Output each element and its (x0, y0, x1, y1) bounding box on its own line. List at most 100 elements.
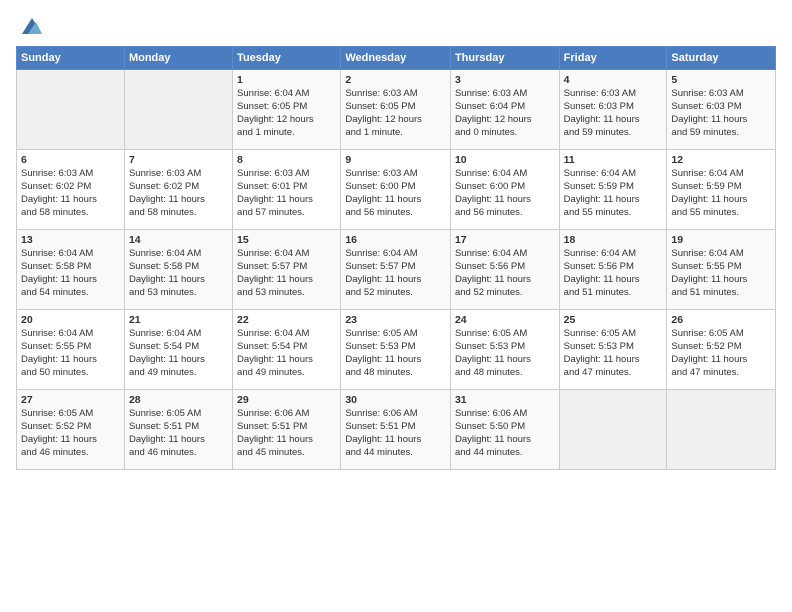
day-of-week-header: Wednesday (341, 47, 451, 70)
day-info-line: Daylight: 11 hours (129, 194, 228, 207)
calendar-day-cell (667, 390, 776, 470)
day-number: 25 (564, 313, 663, 327)
day-number: 8 (237, 153, 336, 167)
day-info-line: and 56 minutes. (455, 207, 555, 220)
day-info-line: Sunrise: 6:05 AM (671, 328, 771, 341)
day-info-line: Daylight: 11 hours (129, 274, 228, 287)
calendar-day-cell: 4Sunrise: 6:03 AMSunset: 6:03 PMDaylight… (559, 70, 667, 150)
calendar-day-cell: 22Sunrise: 6:04 AMSunset: 5:54 PMDayligh… (233, 310, 341, 390)
day-info-line: and 44 minutes. (455, 447, 555, 460)
day-info-line: Sunset: 5:57 PM (237, 261, 336, 274)
day-info-line: and 46 minutes. (129, 447, 228, 460)
day-info-line: Daylight: 11 hours (237, 434, 336, 447)
calendar-day-cell: 2Sunrise: 6:03 AMSunset: 6:05 PMDaylight… (341, 70, 451, 150)
calendar-day-cell: 9Sunrise: 6:03 AMSunset: 6:00 PMDaylight… (341, 150, 451, 230)
calendar-day-cell: 19Sunrise: 6:04 AMSunset: 5:55 PMDayligh… (667, 230, 776, 310)
day-info-line: Sunset: 5:55 PM (671, 261, 771, 274)
day-info-line: Sunrise: 6:04 AM (237, 248, 336, 261)
day-number: 20 (21, 313, 120, 327)
calendar-day-cell: 24Sunrise: 6:05 AMSunset: 5:53 PMDayligh… (450, 310, 559, 390)
day-info-line: Sunrise: 6:03 AM (237, 168, 336, 181)
day-info-line: Sunset: 5:54 PM (237, 341, 336, 354)
calendar-header-row: SundayMondayTuesdayWednesdayThursdayFrid… (17, 47, 776, 70)
day-info-line: Daylight: 11 hours (564, 354, 663, 367)
day-number: 28 (129, 393, 228, 407)
day-info-line: Daylight: 11 hours (671, 274, 771, 287)
day-info-line: Sunset: 5:51 PM (237, 421, 336, 434)
calendar-day-cell: 30Sunrise: 6:06 AMSunset: 5:51 PMDayligh… (341, 390, 451, 470)
day-info-line: and 54 minutes. (21, 287, 120, 300)
calendar-day-cell: 18Sunrise: 6:04 AMSunset: 5:56 PMDayligh… (559, 230, 667, 310)
day-number: 4 (564, 73, 663, 87)
calendar-day-cell: 27Sunrise: 6:05 AMSunset: 5:52 PMDayligh… (17, 390, 125, 470)
day-info-line: Daylight: 11 hours (345, 434, 446, 447)
day-info-line: Daylight: 11 hours (671, 114, 771, 127)
day-info-line: and 48 minutes. (455, 367, 555, 380)
day-number: 23 (345, 313, 446, 327)
day-info-line: Sunrise: 6:05 AM (455, 328, 555, 341)
calendar-day-cell (124, 70, 232, 150)
day-info-line: Sunset: 6:01 PM (237, 181, 336, 194)
day-info-line: Sunrise: 6:03 AM (129, 168, 228, 181)
day-info-line: Sunset: 5:59 PM (564, 181, 663, 194)
calendar-day-cell (559, 390, 667, 470)
day-info-line: Sunset: 6:03 PM (671, 101, 771, 114)
day-info-line: and 1 minute. (345, 127, 446, 140)
day-info-line: Sunrise: 6:05 AM (345, 328, 446, 341)
day-info-line: Daylight: 12 hours (345, 114, 446, 127)
day-info-line: Sunrise: 6:03 AM (671, 88, 771, 101)
day-info-line: Sunset: 6:00 PM (345, 181, 446, 194)
day-info-line: Sunrise: 6:03 AM (345, 168, 446, 181)
day-info-line: Sunset: 6:03 PM (564, 101, 663, 114)
calendar-day-cell: 28Sunrise: 6:05 AMSunset: 5:51 PMDayligh… (124, 390, 232, 470)
day-info-line: Daylight: 11 hours (564, 114, 663, 127)
day-info-line: and 44 minutes. (345, 447, 446, 460)
logo-icon (18, 12, 46, 40)
calendar-week-row: 1Sunrise: 6:04 AMSunset: 6:05 PMDaylight… (17, 70, 776, 150)
day-info-line: Sunset: 5:52 PM (21, 421, 120, 434)
day-info-line: Sunrise: 6:05 AM (564, 328, 663, 341)
day-info-line: Daylight: 11 hours (564, 274, 663, 287)
calendar-day-cell: 8Sunrise: 6:03 AMSunset: 6:01 PMDaylight… (233, 150, 341, 230)
day-number: 30 (345, 393, 446, 407)
day-info-line: Sunset: 6:04 PM (455, 101, 555, 114)
day-info-line: and 1 minute. (237, 127, 336, 140)
day-info-line: Sunrise: 6:04 AM (564, 248, 663, 261)
calendar-day-cell: 5Sunrise: 6:03 AMSunset: 6:03 PMDaylight… (667, 70, 776, 150)
day-info-line: and 49 minutes. (129, 367, 228, 380)
calendar-day-cell: 7Sunrise: 6:03 AMSunset: 6:02 PMDaylight… (124, 150, 232, 230)
day-info-line: Sunset: 5:58 PM (129, 261, 228, 274)
day-info-line: Sunset: 5:58 PM (21, 261, 120, 274)
day-number: 29 (237, 393, 336, 407)
calendar-week-row: 27Sunrise: 6:05 AMSunset: 5:52 PMDayligh… (17, 390, 776, 470)
day-info-line: Daylight: 12 hours (455, 114, 555, 127)
calendar-week-row: 13Sunrise: 6:04 AMSunset: 5:58 PMDayligh… (17, 230, 776, 310)
calendar-day-cell: 14Sunrise: 6:04 AMSunset: 5:58 PMDayligh… (124, 230, 232, 310)
day-number: 2 (345, 73, 446, 87)
calendar-day-cell: 6Sunrise: 6:03 AMSunset: 6:02 PMDaylight… (17, 150, 125, 230)
day-info-line: Sunrise: 6:06 AM (455, 408, 555, 421)
day-info-line: and 53 minutes. (237, 287, 336, 300)
day-number: 16 (345, 233, 446, 247)
day-info-line: Daylight: 11 hours (345, 274, 446, 287)
day-number: 15 (237, 233, 336, 247)
day-info-line: Sunset: 6:02 PM (129, 181, 228, 194)
day-of-week-header: Thursday (450, 47, 559, 70)
day-info-line: Daylight: 11 hours (455, 194, 555, 207)
calendar-day-cell: 26Sunrise: 6:05 AMSunset: 5:52 PMDayligh… (667, 310, 776, 390)
day-info-line: Sunrise: 6:04 AM (237, 328, 336, 341)
calendar-day-cell: 20Sunrise: 6:04 AMSunset: 5:55 PMDayligh… (17, 310, 125, 390)
day-number: 1 (237, 73, 336, 87)
day-info-line: Daylight: 11 hours (345, 194, 446, 207)
day-info-line: Sunset: 5:50 PM (455, 421, 555, 434)
day-info-line: Daylight: 11 hours (345, 354, 446, 367)
day-info-line: Daylight: 11 hours (237, 274, 336, 287)
calendar-day-cell (17, 70, 125, 150)
day-info-line: and 47 minutes. (671, 367, 771, 380)
calendar-day-cell: 25Sunrise: 6:05 AMSunset: 5:53 PMDayligh… (559, 310, 667, 390)
day-info-line: Daylight: 11 hours (21, 274, 120, 287)
day-info-line: Sunset: 5:55 PM (21, 341, 120, 354)
calendar-table: SundayMondayTuesdayWednesdayThursdayFrid… (16, 46, 776, 470)
day-info-line: Sunrise: 6:06 AM (345, 408, 446, 421)
calendar-day-cell: 12Sunrise: 6:04 AMSunset: 5:59 PMDayligh… (667, 150, 776, 230)
